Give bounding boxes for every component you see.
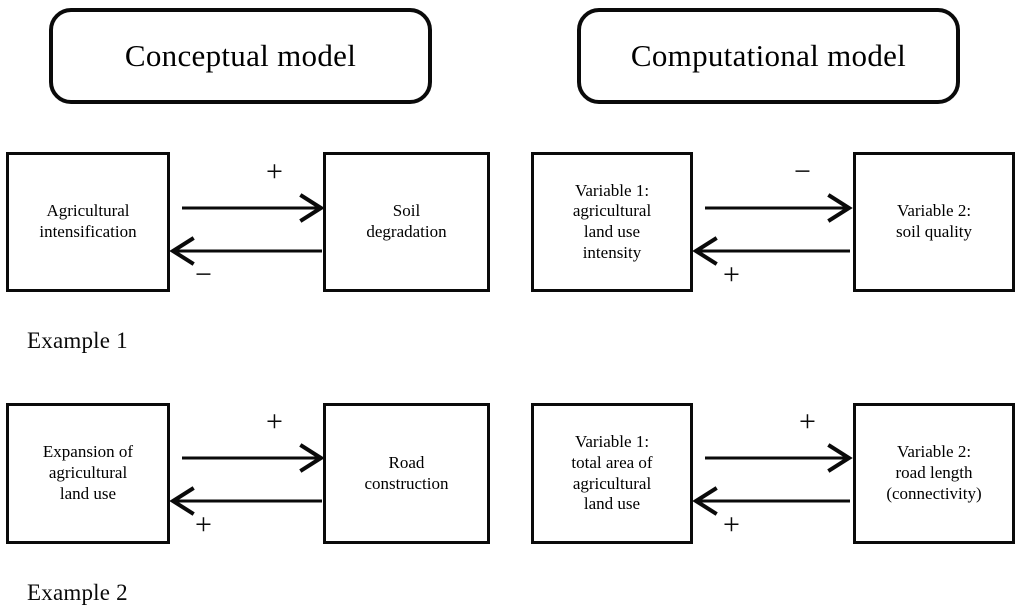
node-label: Soil degradation bbox=[366, 201, 447, 241]
node-label: Variable 1: total area of agricultural l… bbox=[571, 432, 653, 514]
arrow-backward bbox=[692, 486, 850, 516]
arrow-pair-example1-computational: − + bbox=[692, 152, 853, 292]
header-computational-model-label: Computational model bbox=[630, 38, 907, 73]
arrow-pair-example2-computational: + + bbox=[692, 403, 853, 544]
sign-backward-example1-computational: + bbox=[723, 258, 740, 291]
node-variable2-road-length: Variable 2: road length (connectivity) bbox=[853, 403, 1015, 544]
arrow-forward bbox=[705, 193, 853, 223]
header-conceptual-model: Conceptual model bbox=[49, 8, 432, 104]
arrow-pair-example2-conceptual: + + bbox=[169, 403, 325, 544]
arrow-pair-svg bbox=[692, 443, 853, 516]
header-conceptual-model-label: Conceptual model bbox=[124, 38, 357, 73]
arrow-pair-svg bbox=[169, 193, 325, 266]
node-variable1-landuse-intensity: Variable 1: agricultural land use intens… bbox=[531, 152, 693, 292]
caption-example-2: Example 2 bbox=[27, 580, 128, 605]
arrow-pair-example1-conceptual: + − bbox=[169, 152, 325, 292]
arrow-pair-svg bbox=[692, 193, 853, 266]
sign-forward-example1-conceptual: + bbox=[266, 155, 283, 188]
node-road-construction: Road construction bbox=[323, 403, 490, 544]
node-label: Variable 2: soil quality bbox=[895, 201, 973, 241]
node-agricultural-intensification: Agricultural intensification bbox=[6, 152, 170, 292]
node-soil-degradation: Soil degradation bbox=[323, 152, 490, 292]
node-label: Variable 1: agricultural land use intens… bbox=[572, 180, 652, 262]
caption-example-1: Example 1 bbox=[27, 328, 128, 353]
sign-backward-example2-computational: + bbox=[723, 508, 740, 541]
arrow-backward bbox=[692, 236, 850, 266]
node-variable2-soil-quality: Variable 2: soil quality bbox=[853, 152, 1015, 292]
node-expansion-agricultural-landuse: Expansion of agricultural land use bbox=[6, 403, 170, 544]
sign-backward-example1-conceptual: − bbox=[195, 258, 212, 291]
sign-forward-example1-computational: − bbox=[794, 155, 811, 188]
arrow-forward bbox=[705, 443, 853, 473]
header-computational-model: Computational model bbox=[577, 8, 960, 104]
node-variable1-total-area: Variable 1: total area of agricultural l… bbox=[531, 403, 693, 544]
arrow-forward bbox=[182, 193, 325, 223]
node-label: Road construction bbox=[364, 452, 449, 493]
node-label: Expansion of agricultural land use bbox=[42, 442, 134, 503]
arrow-pair-svg bbox=[169, 443, 325, 516]
node-label: Variable 2: road length (connectivity) bbox=[886, 442, 982, 503]
sign-forward-example2-conceptual: + bbox=[266, 405, 283, 438]
sign-backward-example2-conceptual: + bbox=[195, 508, 212, 541]
arrow-forward bbox=[182, 443, 325, 473]
sign-forward-example2-computational: + bbox=[799, 405, 816, 438]
node-label: Agricultural intensification bbox=[39, 201, 137, 241]
